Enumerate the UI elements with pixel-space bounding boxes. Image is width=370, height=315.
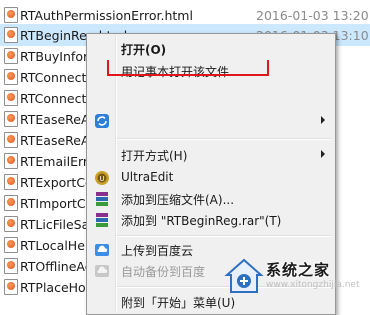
menu-item-label: 添加到 "RTBeginReg.rar"(T): [121, 214, 282, 228]
html-file-icon: [4, 195, 18, 211]
html-file-icon: [4, 153, 18, 169]
menu-item-ultraedit[interactable]: U UltraEdit: [89, 167, 333, 189]
html-file-icon: [4, 111, 18, 127]
menu-separator: [117, 138, 331, 140]
menu-separator: [117, 235, 331, 237]
menu-item-add-rar[interactable]: 添加到 "RTBeginReg.rar"(T): [89, 209, 333, 231]
watermark-url: www.xitongzhijia.net: [266, 280, 360, 290]
menu-item-label: 自动备份到百度: [121, 265, 206, 279]
html-file-icon: [4, 279, 18, 295]
submenu-arrow-icon: [321, 116, 325, 124]
html-file-icon: [4, 69, 18, 85]
baidu-cloud-icon: [94, 242, 110, 258]
html-file-icon: [4, 90, 18, 106]
file-name: RTEmailErro: [20, 153, 96, 169]
file-name: RTAuthPermissionError.html: [20, 7, 193, 23]
file-name: RTExportCo: [20, 174, 93, 190]
file-date: 2016-01-03 13:20: [256, 7, 369, 23]
watermark-logo-icon: [224, 258, 264, 293]
menu-item-sync[interactable]: [89, 110, 333, 132]
watermark: 系统之家 www.xitongzhijia.net: [222, 255, 370, 300]
html-file-icon: [4, 258, 18, 274]
menu-item-label: 打开(O): [121, 43, 167, 57]
winrar-icon: [94, 191, 110, 207]
html-file-icon: [4, 27, 18, 43]
ultraedit-icon: U: [94, 170, 110, 186]
html-file-icon: [4, 216, 18, 232]
watermark-text: 系统之家: [266, 261, 331, 279]
menu-item-label: 添加到压缩文件(A)...: [121, 193, 235, 207]
red-highlight-box: [107, 60, 269, 76]
backup-icon: [94, 263, 110, 279]
html-file-icon: [4, 7, 18, 23]
menu-item-label: 打开方式(H): [121, 149, 188, 163]
html-file-icon: [4, 174, 18, 190]
menu-item-open[interactable]: 打开(O): [89, 38, 333, 60]
winrar-icon: [94, 212, 110, 228]
html-file-icon: [4, 237, 18, 253]
file-row[interactable]: RTAuthPermissionError.html 2016-01-03 13…: [0, 4, 370, 26]
submenu-arrow-icon: [321, 150, 325, 158]
menu-item-label: 附到「开始」菜单(U): [121, 296, 236, 310]
html-file-icon: [4, 48, 18, 64]
sync-icon: [94, 113, 110, 129]
file-name: RTImportCo: [20, 195, 94, 211]
menu-item-open-with[interactable]: 打开方式(H): [89, 144, 333, 166]
menu-item-label: 上传到百度云: [121, 244, 194, 258]
svg-text:U: U: [99, 175, 104, 183]
html-file-icon: [4, 132, 18, 148]
menu-item-label: UltraEdit: [121, 170, 174, 184]
menu-item-add-archive[interactable]: 添加到压缩文件(A)...: [89, 188, 333, 210]
